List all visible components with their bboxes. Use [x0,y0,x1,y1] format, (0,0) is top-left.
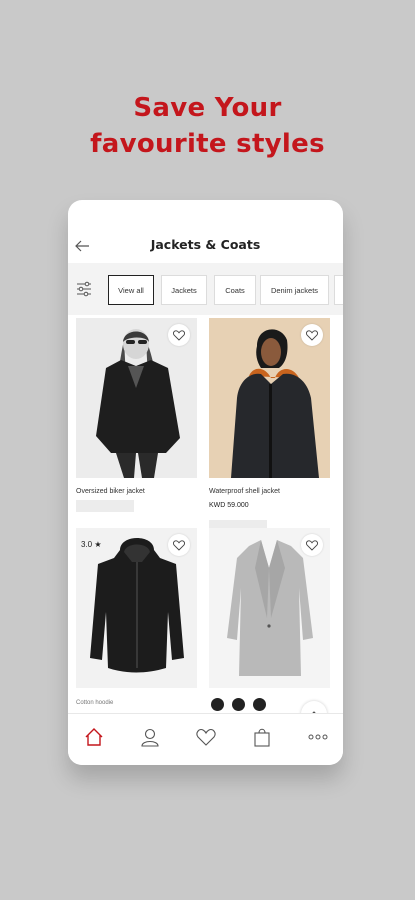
filter-chip-more[interactable] [334,275,343,305]
favourite-heart-icon[interactable] [168,324,190,346]
product-rating: 3.0 ★ [81,540,102,549]
app-header: Jackets & Coats [68,200,343,263]
product-card[interactable]: Oversized biker jacket [76,318,197,513]
filter-chip-jackets[interactable]: Jackets [161,275,207,305]
favourite-heart-icon[interactable] [301,324,323,346]
product-name[interactable]: Oversized biker jacket [76,488,145,495]
color-swatch[interactable] [211,698,224,711]
favourites-icon[interactable] [195,726,217,748]
product-card[interactable]: 3.0 ★ Cotton hoodie [76,528,197,710]
phone-screen: Jackets & Coats View all Jackets Coats D… [68,200,343,765]
color-swatch[interactable] [253,698,266,711]
favourite-heart-icon[interactable] [168,534,190,556]
filter-icon[interactable] [76,280,92,298]
page-title: Jackets & Coats [150,237,261,252]
account-icon[interactable] [139,726,161,748]
product-name[interactable]: Cotton hoodie [76,700,113,706]
filter-chip-coats[interactable]: Coats [214,275,256,305]
product-price: KWD 59.000 [209,502,249,509]
product-grid: Oversized biker jacket Waterproof shell … [68,315,343,710]
color-swatch[interactable] [232,698,245,711]
product-card[interactable] [209,520,330,710]
product-price-placeholder [76,500,134,512]
favourite-heart-icon[interactable] [301,534,323,556]
headline-line-2: favourite styles [90,129,325,159]
home-icon[interactable] [83,726,105,748]
product-card[interactable]: Waterproof shell jacket KWD 59.000 [209,318,330,513]
more-icon[interactable] [307,726,329,748]
promo-headline: Save Your favourite styles [0,90,415,162]
filter-chip-view-all[interactable]: View all [108,275,154,305]
product-name[interactable]: Waterproof shell jacket [209,488,280,495]
bottom-navigation [68,713,343,765]
bag-icon[interactable] [251,726,273,748]
headline-line-1: Save Your [133,93,282,123]
filter-chip-denim-jackets[interactable]: Denim jackets [260,275,329,305]
filter-bar: View all Jackets Coats Denim jackets [68,263,343,315]
color-swatches [211,698,266,711]
